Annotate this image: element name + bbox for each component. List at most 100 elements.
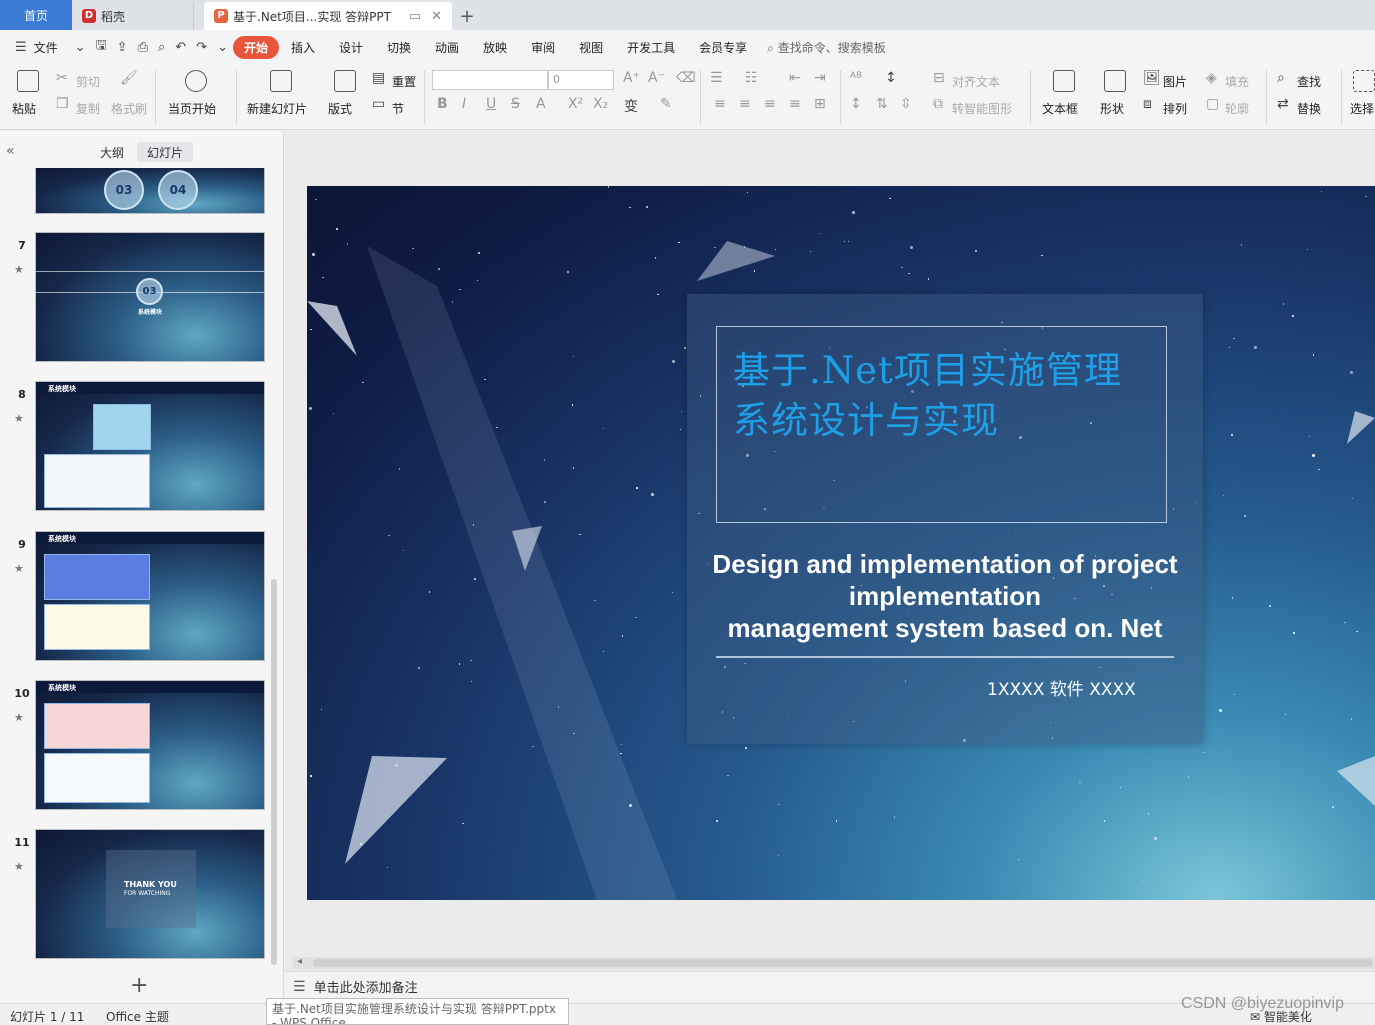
align-text-button[interactable]: 对齐文本 <box>952 73 1000 90</box>
align-text-icon[interactable]: ⊟ <box>933 70 945 86</box>
new-slide-icon[interactable] <box>270 70 292 92</box>
column-icon[interactable]: ⇳ <box>900 96 912 112</box>
slide-thumbnail-9[interactable]: 系统模块 <box>35 531 265 661</box>
picture-icon[interactable]: 🖼 <box>1143 70 1161 86</box>
outline-button[interactable]: 轮廓 <box>1225 100 1249 117</box>
play-icon[interactable] <box>185 70 207 92</box>
scroll-left-icon[interactable]: ◂ <box>297 956 302 967</box>
copy-button[interactable]: 复制 <box>76 100 100 117</box>
bold-icon[interactable]: B <box>437 96 448 112</box>
superscript-icon[interactable]: X² <box>568 96 583 112</box>
font-grow-icon[interactable]: A⁺ <box>623 70 640 86</box>
font-name-combo[interactable] <box>432 70 548 90</box>
slide-thumbnail-7[interactable]: 03 系统模块 <box>35 232 265 362</box>
notes-placeholder[interactable]: 单击此处添加备注 <box>314 977 418 996</box>
picture-button[interactable]: 图片 <box>1163 73 1187 90</box>
theme-name[interactable]: Office 主题 <box>106 1008 169 1025</box>
panel-scrollbar[interactable] <box>271 579 277 965</box>
menu-start[interactable]: 开始 <box>232 35 279 59</box>
arrange-icon[interactable]: ⧈ <box>1143 96 1152 112</box>
select-button[interactable]: 选择 <box>1350 100 1374 117</box>
reset-button[interactable]: 重置 <box>392 73 416 90</box>
format-painter-button[interactable]: 格式刷 <box>111 100 147 117</box>
section-button[interactable]: 节 <box>392 100 404 117</box>
close-icon[interactable]: ✕ <box>431 9 442 24</box>
print-icon[interactable]: ⎙ <box>133 40 153 55</box>
replace-icon[interactable]: ⇄ <box>1277 96 1289 112</box>
menu-developer[interactable]: 开发工具 <box>615 39 687 56</box>
menu-animation[interactable]: 动画 <box>423 39 471 56</box>
copy-icon[interactable]: ❐ <box>56 96 69 112</box>
collapse-panel-icon[interactable]: « <box>6 143 15 159</box>
font-color-icon[interactable]: A <box>536 96 546 112</box>
font-shrink-icon[interactable]: A⁻ <box>648 70 665 86</box>
undo-icon[interactable]: ↶ <box>170 40 191 55</box>
tab-slides[interactable]: 幻灯片 <box>137 142 194 162</box>
slide-canvas[interactable]: 基于.Net项目实施管理系统设计与实现 Design and implement… <box>307 186 1375 900</box>
menu-insert[interactable]: 插入 <box>279 39 327 56</box>
outline-icon[interactable]: ▢ <box>1206 96 1219 112</box>
strikethrough-icon[interactable]: S <box>511 96 520 112</box>
align-center-icon[interactable]: ≡ <box>739 96 751 112</box>
find-icon[interactable]: ⌕ <box>1277 70 1285 86</box>
section-icon[interactable]: ▭ <box>372 96 385 112</box>
cut-icon[interactable]: ✂ <box>56 70 68 86</box>
clear-format-icon[interactable]: ⌫ <box>676 70 696 86</box>
numbered-list-icon[interactable]: ☷ <box>745 70 758 86</box>
print-preview-icon[interactable]: ⌕ <box>153 40 170 55</box>
new-slide-button[interactable]: 新建幻灯片 <box>247 100 307 117</box>
font-size-combo[interactable]: 0 <box>548 70 614 90</box>
select-icon[interactable] <box>1353 70 1375 92</box>
shape-icon[interactable] <box>1104 70 1126 92</box>
textbox-button[interactable]: 文本框 <box>1042 100 1078 117</box>
indent-increase-icon[interactable]: ⇥ <box>814 70 826 86</box>
shape-button[interactable]: 形状 <box>1100 100 1124 117</box>
subscript-icon[interactable]: X₂ <box>593 96 608 112</box>
export-icon[interactable]: ⇪ <box>112 40 133 55</box>
save-icon[interactable]: 🖫 <box>91 36 112 58</box>
align-right-icon[interactable]: ≡ <box>764 96 776 112</box>
smart-shape-button[interactable]: 转智能图形 <box>952 100 1012 117</box>
reset-icon[interactable]: ▤ <box>372 70 385 86</box>
text-direction-icon[interactable]: ᴬᴮ <box>850 70 862 86</box>
menu-transition[interactable]: 切换 <box>375 39 423 56</box>
phonetic-icon[interactable]: 变 <box>624 96 638 116</box>
slide-thumbnail-11[interactable]: THANK YOU FOR WATCHING <box>35 829 265 959</box>
distribute-icon[interactable]: ⊞ <box>814 96 826 112</box>
align-left-icon[interactable]: ≡ <box>714 96 726 112</box>
format-painter-icon[interactable]: 🖌 <box>120 70 138 86</box>
horizontal-scrollbar[interactable]: ◂ <box>293 956 1375 969</box>
menu-file[interactable]: 文件 <box>32 39 70 56</box>
paste-icon[interactable] <box>17 70 39 92</box>
new-tab-button[interactable]: + <box>452 2 482 30</box>
tab-daoke[interactable]: D 稻壳 <box>72 2 194 30</box>
para-spacing-icon[interactable]: ⇅ <box>876 96 888 112</box>
layout-icon[interactable] <box>334 70 356 92</box>
textbox-icon[interactable] <box>1053 70 1075 92</box>
add-slide-button[interactable]: + <box>130 973 148 998</box>
slide-thumbnail-8[interactable]: 系统模块 <box>35 381 265 511</box>
tab-outline[interactable]: 大纲 <box>90 142 134 162</box>
slide-title-cn[interactable]: 基于.Net项目实施管理系统设计与实现 <box>733 346 1123 446</box>
highlight-icon[interactable]: ✎ <box>660 96 672 112</box>
fill-icon[interactable]: ◈ <box>1206 70 1217 86</box>
tab-home[interactable]: 首页 <box>0 0 72 30</box>
menu-slideshow[interactable]: 放映 <box>471 39 519 56</box>
bullet-list-icon[interactable]: ☰ <box>710 70 723 86</box>
menu-view[interactable]: 视图 <box>567 39 615 56</box>
screen-icon[interactable]: ▭ <box>409 9 421 24</box>
arrange-button[interactable]: 排列 <box>1163 100 1187 117</box>
italic-icon[interactable]: I <box>462 96 466 112</box>
justify-icon[interactable]: ≡ <box>789 96 801 112</box>
menu-member[interactable]: 会员专享 <box>687 39 759 56</box>
find-button[interactable]: 查找 <box>1297 73 1321 90</box>
hamburger-icon[interactable]: ☰ <box>10 40 32 55</box>
sort-icon[interactable]: ↕ <box>885 70 897 86</box>
scroll-thumb[interactable] <box>313 959 1373 967</box>
more-icon[interactable]: ⌄ <box>212 40 233 55</box>
smart-shape-icon[interactable]: ⧉ <box>933 96 943 112</box>
cut-button[interactable]: 剪切 <box>76 73 100 90</box>
redo-icon[interactable]: ↷ <box>191 40 212 55</box>
menu-review[interactable]: 审阅 <box>519 39 567 56</box>
fill-button[interactable]: 填充 <box>1225 73 1249 90</box>
